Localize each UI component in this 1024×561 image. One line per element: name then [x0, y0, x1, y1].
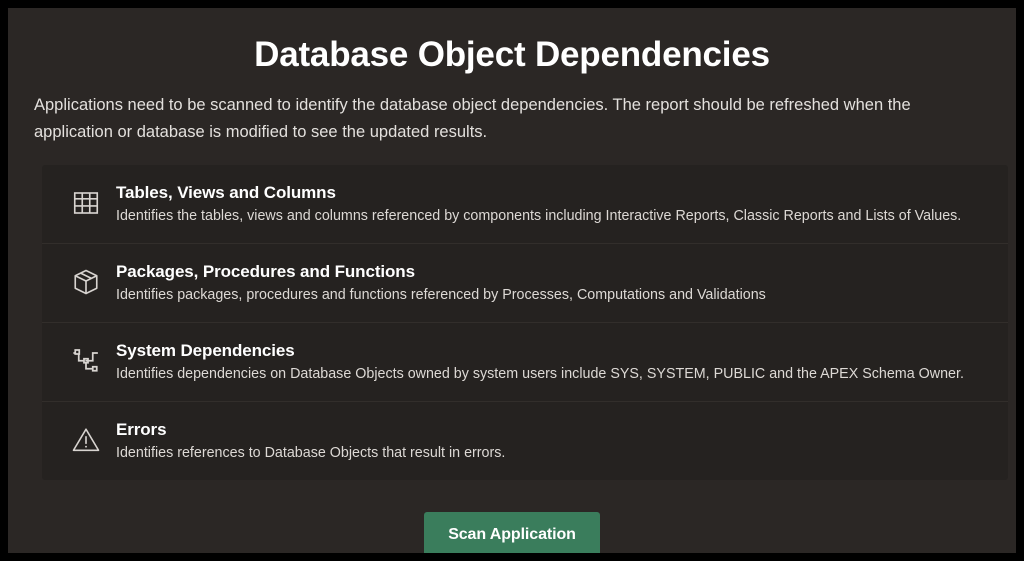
warning-triangle-icon	[58, 419, 114, 455]
list-item-body: System Dependencies Identifies dependenc…	[114, 340, 992, 385]
list-item-description: Identifies references to Database Object…	[116, 443, 992, 464]
list-item-title: Packages, Procedures and Functions	[116, 261, 992, 283]
page-container: Database Object Dependencies Application…	[8, 8, 1016, 553]
list-item-body: Packages, Procedures and Functions Ident…	[114, 261, 992, 306]
list-item: Packages, Procedures and Functions Ident…	[42, 244, 1008, 323]
list-item-description: Identifies the tables, views and columns…	[116, 206, 992, 227]
scan-application-button[interactable]: Scan Application	[424, 512, 600, 553]
page-intro-text: Applications need to be scanned to ident…	[34, 92, 992, 146]
list-item-title: System Dependencies	[116, 340, 992, 362]
list-item-title: Errors	[116, 419, 992, 441]
package-box-icon	[58, 261, 114, 297]
table-grid-icon	[58, 182, 114, 218]
list-item-body: Tables, Views and Columns Identifies the…	[114, 182, 992, 227]
list-item-body: Errors Identifies references to Database…	[114, 419, 992, 464]
list-item-description: Identifies packages, procedures and func…	[116, 285, 992, 306]
page-title: Database Object Dependencies	[8, 37, 1016, 72]
list-item-title: Tables, Views and Columns	[116, 182, 992, 204]
dependency-info-panel: Tables, Views and Columns Identifies the…	[42, 165, 1008, 480]
actions-bar: Scan Application	[8, 512, 1016, 553]
list-item-description: Identifies dependencies on Database Obje…	[116, 364, 992, 385]
list-item: Errors Identifies references to Database…	[42, 402, 1008, 480]
system-dependencies-icon	[58, 340, 114, 376]
list-item: Tables, Views and Columns Identifies the…	[42, 165, 1008, 244]
list-item: System Dependencies Identifies dependenc…	[42, 323, 1008, 402]
